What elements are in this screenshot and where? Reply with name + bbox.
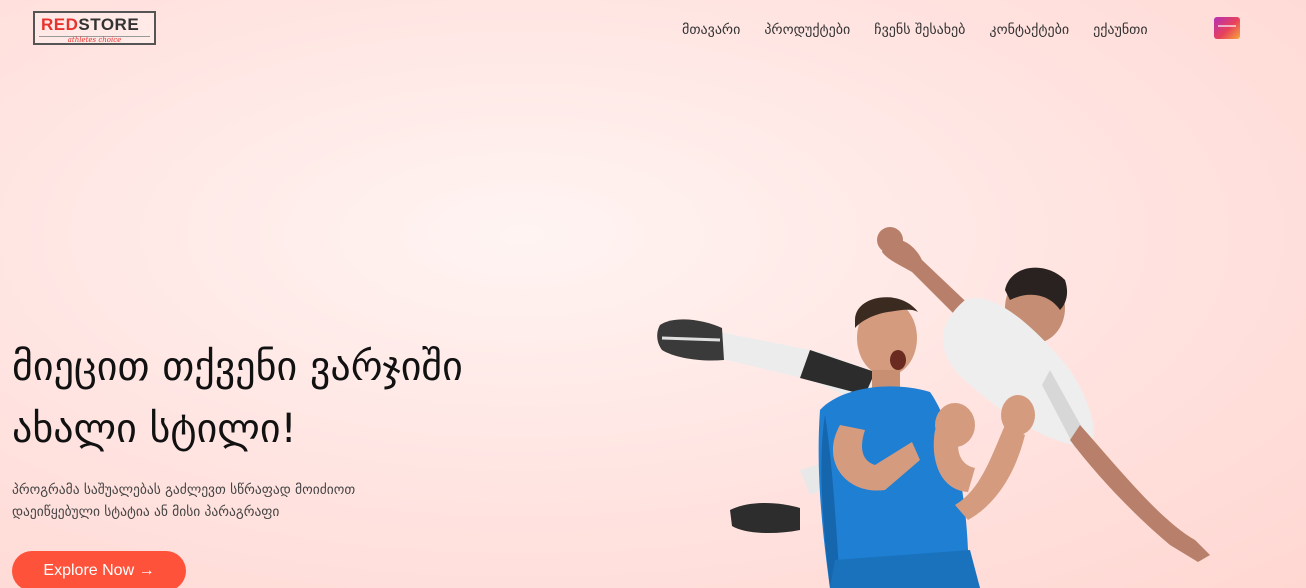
navbar: REDSTORE athletes choice მთავარი პროდუქტ… xyxy=(0,0,1306,64)
nav-item-products[interactable]: პროდუქტები xyxy=(764,22,850,38)
hero-subtitle-line-1: პროგრამა საშუალებას გაძლევთ სწრაფად მოიძ… xyxy=(12,482,356,498)
hero-title-line-1: მიეცით თქვენი ვარჯიში xyxy=(12,344,463,390)
logo-rest-part: STORE xyxy=(78,15,140,34)
football-players-image xyxy=(657,227,1210,588)
cart-icon[interactable] xyxy=(1214,17,1240,39)
logo-tagline: athletes choice xyxy=(67,36,122,44)
logo-text: REDSTORE xyxy=(41,15,139,35)
brand-logo[interactable]: REDSTORE athletes choice xyxy=(33,11,156,45)
hero-subtitle-line-2: დაეიწყებული სტატია ან მისი პარაგრაფი xyxy=(12,504,280,520)
hero-subtitle: პროგრამა საშუალებას გაძლევთ სწრაფად მოიძ… xyxy=(12,479,432,523)
explore-now-button[interactable]: Explore Now → xyxy=(12,551,186,588)
hero-title: მიეცით თქვენი ვარჯიში ახალი სტილი! xyxy=(12,336,652,460)
nav-item-contacts[interactable]: კონტაქტები xyxy=(989,22,1069,38)
hero-title-line-2: ახალი სტილი! xyxy=(12,406,297,452)
logo-red-part: RED xyxy=(41,15,79,34)
nav-menu: მთავარი პროდუქტები ჩვენს შესახებ კონტაქტ… xyxy=(682,22,1172,38)
nav-item-about[interactable]: ჩვენს შესახებ xyxy=(874,22,965,38)
nav-item-account[interactable]: ექაუნთი xyxy=(1093,22,1147,38)
nav-item-home[interactable]: მთავარი xyxy=(682,22,740,38)
